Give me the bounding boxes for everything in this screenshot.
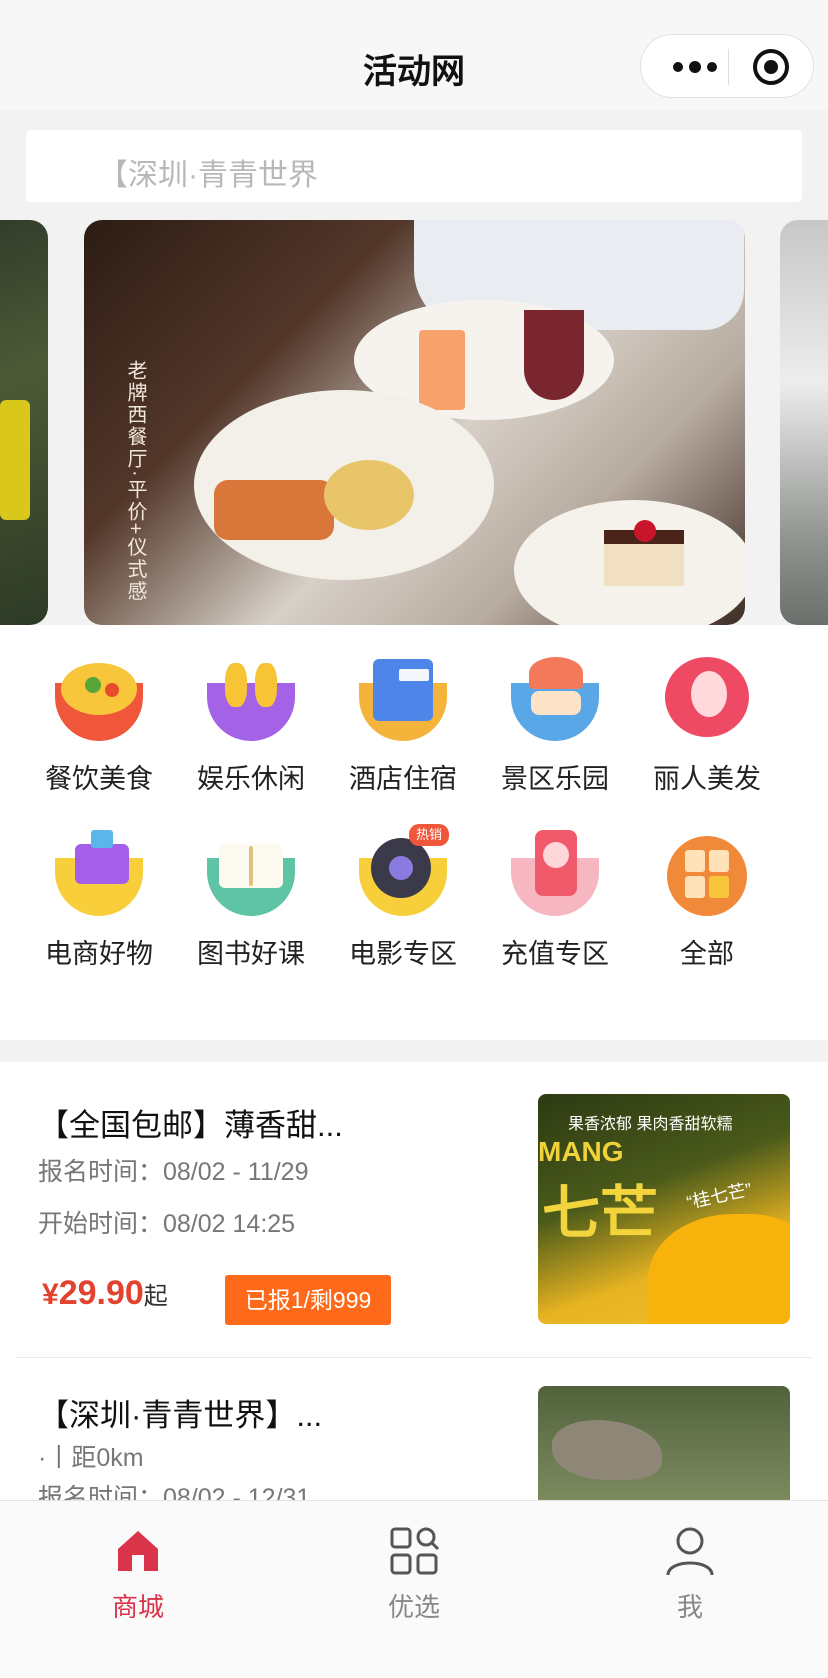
tab-label: 商城 <box>111 1592 164 1622</box>
product-name: 【全国包邮】薄香甜... <box>38 1108 343 1143</box>
shopping-cart-icon <box>51 830 147 920</box>
food-bowl-icon <box>51 655 147 745</box>
tab-me[interactable]: 我 <box>590 1523 790 1624</box>
carousel-icon <box>507 655 603 745</box>
category-label: 丽人美发 <box>653 764 761 794</box>
banner-slide-prev[interactable] <box>0 220 48 625</box>
banner-cherry-graphic <box>634 520 656 542</box>
thumb-brand: MANG <box>538 1136 624 1167</box>
banner-slide-next[interactable] <box>780 220 828 625</box>
recharge-phone-icon <box>507 830 603 920</box>
category-item-food[interactable]: 餐饮美食 <box>23 655 175 796</box>
category-label: 电商好物 <box>45 939 153 969</box>
category-item-hotel[interactable]: 酒店住宿 <box>327 655 479 796</box>
home-icon <box>110 1523 166 1579</box>
category-label: 充值专区 <box>501 939 609 969</box>
start-time: 开始时间：08/02 14:25 <box>38 1210 296 1238</box>
tab-label: 优选 <box>387 1592 440 1622</box>
open-book-icon <box>203 830 299 920</box>
category-label: 酒店住宿 <box>349 764 457 794</box>
grid-search-icon <box>386 1523 442 1579</box>
mango-graphic <box>648 1214 790 1324</box>
category-item-scenic[interactable]: 景区乐园 <box>479 655 631 796</box>
more-icon[interactable] <box>667 49 723 85</box>
price-currency: ¥ <box>42 1278 59 1311</box>
film-reel-icon: 热销 <box>355 824 451 920</box>
product-list: 【全国包邮】薄香甜... 报名时间：08/02 - 11/29 开始时间：08/… <box>0 1062 828 1616</box>
banner-salmon-graphic <box>214 480 334 540</box>
product-thumbnail[interactable]: 果香浓郁 果肉香甜软糯 MANG 七芒 “桂七芒” <box>538 1094 790 1324</box>
category-item-all[interactable]: 全部 <box>631 830 783 971</box>
product-name: 【深圳·青青世界】... <box>38 1398 323 1433</box>
capsule-divider <box>728 49 729 85</box>
category-item-beauty[interactable]: 丽人美发 <box>631 655 783 796</box>
category-label: 电影专区 <box>349 939 457 969</box>
footprints-icon <box>203 655 299 745</box>
hot-sale-badge: 热销 <box>409 824 449 846</box>
thumb-title: 七芒 <box>542 1181 659 1246</box>
banner-carousel[interactable]: 老牌西餐厅·平价+仪式感 <box>0 220 828 625</box>
mini-program-capsule <box>640 34 814 98</box>
tab-label: 我 <box>676 1592 703 1622</box>
thumb-slogan: 果香浓郁 果肉香甜软糯 <box>568 1116 733 1133</box>
banner-prev-graphic <box>0 400 30 520</box>
beauty-woman-icon <box>659 655 755 745</box>
category-label: 全部 <box>680 939 734 969</box>
product-price: ¥29.90起 <box>42 1274 168 1313</box>
category-item-movies[interactable]: 热销 电影专区 <box>327 824 479 971</box>
signup-time: 报名时间：08/02 - 11/29 <box>38 1158 309 1186</box>
category-label: 图书好课 <box>197 939 305 969</box>
price-suffix: 起 <box>143 1283 168 1310</box>
category-label: 景区乐园 <box>501 764 609 794</box>
price-value: 29.90 <box>58 1274 144 1312</box>
category-item-books[interactable]: 图书好课 <box>175 830 327 971</box>
category-item-entertainment[interactable]: 娱乐休闲 <box>175 655 327 796</box>
nav-header: 活动网 <box>0 0 828 110</box>
banner-juice-graphic <box>419 330 465 410</box>
banner-pasta-graphic <box>324 460 414 530</box>
dinosaur-graphic <box>552 1420 662 1480</box>
category-label: 餐饮美食 <box>45 764 153 794</box>
banner-slide-current[interactable]: 老牌西餐厅·平价+仪式感 <box>84 220 745 625</box>
hotel-icon <box>355 655 451 745</box>
category-label: 娱乐休闲 <box>197 764 305 794</box>
search-bar[interactable]: 【深圳·青青世界 <box>26 130 802 202</box>
banner-caption: 老牌西餐厅·平价+仪式感 <box>124 360 146 603</box>
thumb-variety: “桂七芒” <box>684 1179 754 1213</box>
close-miniprogram-icon[interactable] <box>753 49 789 85</box>
product-distance: ·丨距0km <box>38 1444 144 1472</box>
signup-status-tag: 已报1/剩999 <box>225 1275 391 1325</box>
banner-wine-graphic <box>524 310 584 400</box>
tab-featured[interactable]: 优选 <box>314 1523 514 1624</box>
all-grid-icon <box>659 830 755 920</box>
category-grid: 餐饮美食 娱乐休闲 酒店住宿 景区乐园 丽人美发 电商好物 图书好课 热销 电影… <box>0 625 828 1040</box>
category-item-recharge[interactable]: 充值专区 <box>479 830 631 971</box>
search-placeholder: 【深圳·青青世界 <box>98 159 318 192</box>
list-divider <box>16 1357 812 1358</box>
tab-mall[interactable]: 商城 <box>38 1523 238 1624</box>
user-icon <box>662 1523 718 1579</box>
bottom-tab-bar: 商城 优选 我 <box>0 1500 828 1678</box>
category-item-ecommerce[interactable]: 电商好物 <box>23 830 175 971</box>
